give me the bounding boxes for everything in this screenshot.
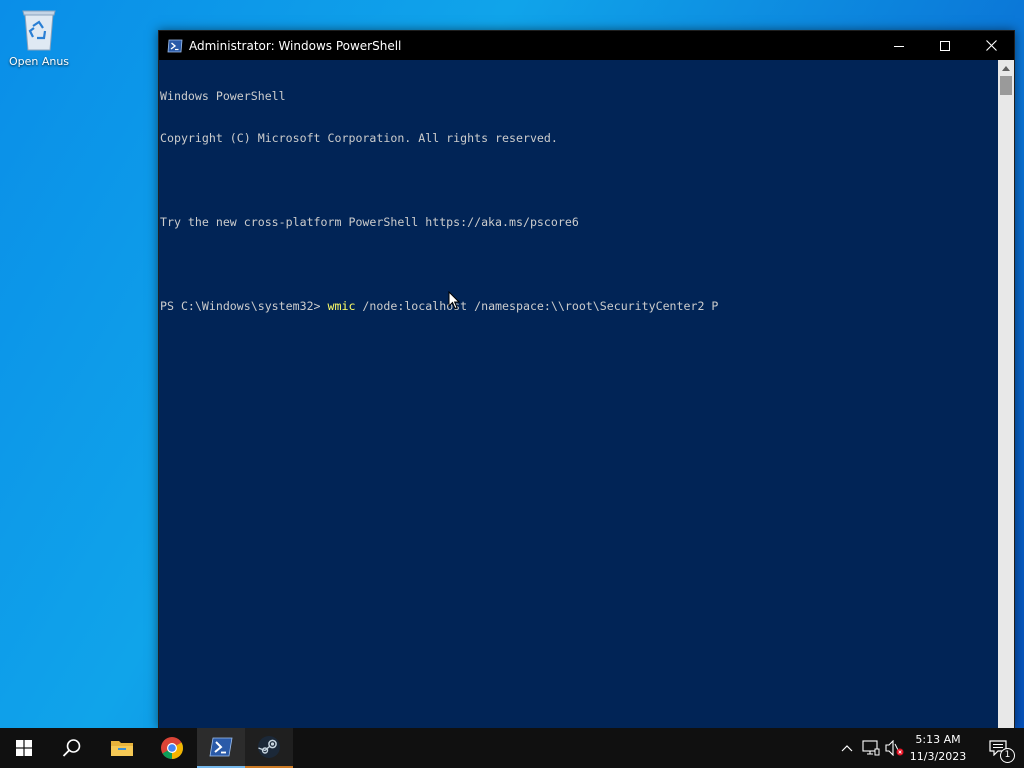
close-button[interactable] [968,31,1014,60]
powershell-icon [167,39,183,52]
minimize-button[interactable] [876,31,922,60]
start-button[interactable] [0,728,48,768]
system-clock[interactable]: 5:13 AM 11/3/2023 [906,731,970,765]
network-icon [862,740,880,756]
console-output[interactable]: Windows PowerShell Copyright (C) Microso… [159,60,999,729]
steam-taskbar-button[interactable] [245,728,293,768]
mouse-cursor-icon [448,291,460,310]
chevron-up-icon [841,745,853,752]
volume-button[interactable] [884,728,906,768]
powershell-window[interactable]: Administrator: Windows PowerShell Window… [158,30,1015,729]
show-hidden-icons-button[interactable] [836,728,858,768]
scrollbar-thumb[interactable] [1000,76,1012,95]
file-explorer-button[interactable] [98,728,146,768]
minimize-icon [894,45,904,47]
window-title: Administrator: Windows PowerShell [189,38,402,53]
maximize-button[interactable] [922,31,968,60]
desktop-icon-recycle-bin[interactable]: Open Anus [4,6,74,78]
scroll-up-button[interactable] [998,60,1014,76]
powershell-taskbar-button[interactable] [197,728,245,768]
volume-muted-icon [885,740,904,756]
taskbar: 5:13 AM 11/3/2023 1 [0,728,1024,768]
console-line: Windows PowerShell [160,89,286,103]
clock-date: 11/3/2023 [909,750,967,763]
maximize-icon [940,40,950,51]
chevron-up-icon [1002,65,1010,71]
action-center-button[interactable]: 1 [978,728,1018,768]
windows-logo-icon [16,740,32,756]
vertical-scrollbar[interactable] [998,60,1014,729]
notification-count-badge: 1 [1000,748,1015,763]
command-line[interactable]: PS C:\Windows\system32> wmic /node:local… [160,299,999,313]
command-name: wmic [327,299,356,313]
powershell-icon [209,737,233,757]
command-arguments: /node:localhost /namespace:\\root\Securi… [355,299,719,313]
search-icon [62,739,81,757]
desktop-icon-label: Open Anus [8,55,70,68]
folder-icon [111,741,133,756]
window-titlebar[interactable]: Administrator: Windows PowerShell [159,31,1014,60]
prompt-text: PS C:\Windows\system32> [160,299,328,313]
steam-icon [258,736,280,758]
recycle-bin-icon [22,10,56,51]
console-line: Try the new cross-platform PowerShell ht… [160,215,579,229]
network-status-button[interactable] [860,728,882,768]
close-icon [985,40,997,51]
chrome-button[interactable] [148,728,196,768]
console-line: Copyright (C) Microsoft Corporation. All… [160,131,558,145]
clock-time: 5:13 AM [915,733,961,746]
search-button[interactable] [48,728,96,768]
chrome-icon [161,737,183,759]
